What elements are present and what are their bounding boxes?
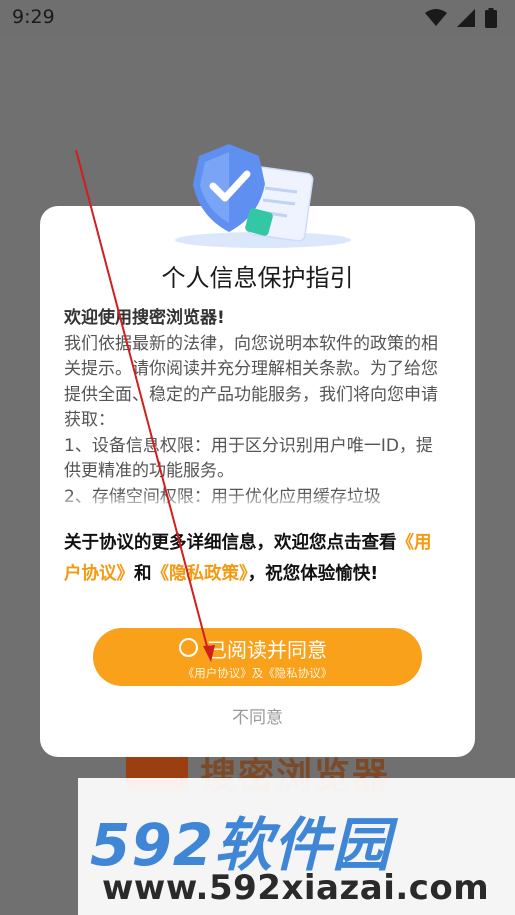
wifi-icon xyxy=(425,9,447,26)
agree-label: 已阅读并同意 xyxy=(207,638,327,662)
status-bar: 9:29 xyxy=(0,0,515,36)
policy-scroll-area[interactable]: 欢迎使用搜密浏览器! 我们依据最新的法律，向您说明本软件的政策的相关提示。请你阅… xyxy=(64,306,444,511)
policy-paragraph: 我们依据最新的法律，向您说明本软件的政策的相关提示。请你阅读并充分理解相关条款。… xyxy=(64,333,438,431)
agreement-outro: ，祝您体验愉快! xyxy=(247,564,379,584)
status-icons xyxy=(425,8,497,28)
watermark-url: www.592xiazai.com xyxy=(102,868,490,908)
agreement-notice: 关于协议的更多详细信息，欢迎您点击查看《用户协议》和《隐私政策》，祝您体验愉快! xyxy=(64,528,448,590)
agree-sublabel: 《用户协议》及《隐私协议》 xyxy=(182,666,333,680)
agree-radio-icon[interactable] xyxy=(179,638,198,657)
status-time: 9:29 xyxy=(12,6,55,28)
agreement-intro: 关于协议的更多详细信息，欢迎您点击查看 xyxy=(64,533,397,553)
policy-item: 1、设备信息权限：用于区分识别用户唯一ID，提供更精准的功能服务。 xyxy=(64,435,433,482)
signal-icon xyxy=(457,9,475,27)
scroll-fade xyxy=(60,492,450,512)
dialog-title: 个人信息保护指引 xyxy=(161,264,354,292)
decline-button[interactable]: 不同意 xyxy=(40,703,475,728)
privacy-policy-link[interactable]: 《隐私政策》 xyxy=(152,564,248,584)
battery-icon xyxy=(485,8,497,28)
site-watermark: 592软件园 www.592xiazai.com xyxy=(78,778,515,915)
agreement-and: 和 xyxy=(134,564,152,584)
shield-icon xyxy=(175,144,351,248)
agree-button[interactable]: 已阅读并同意 《用户协议》及《隐私协议》 xyxy=(93,628,422,686)
policy-greeting: 欢迎使用搜密浏览器! xyxy=(64,308,225,328)
